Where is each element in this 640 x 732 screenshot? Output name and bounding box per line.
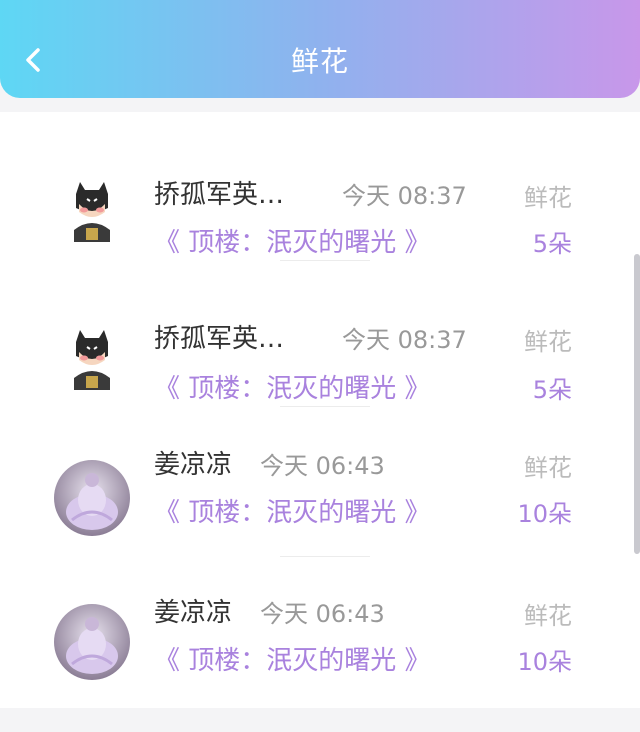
timestamp: 今天 06:43 xyxy=(260,600,385,628)
book-title-link[interactable]: 《 顶楼：泯灭的曙光 》 xyxy=(154,222,431,259)
lavender-dress-avatar-image xyxy=(54,604,130,680)
gift-type: 鲜花 xyxy=(524,454,572,482)
gift-record-item[interactable]: 姜凉凉 今天 06:43 《 顶楼：泯灭的曙光 》 鲜花 10朵 xyxy=(0,436,630,584)
gift-type: 鲜花 xyxy=(524,328,572,356)
user-name[interactable]: 姜凉凉 xyxy=(154,592,232,629)
batman-avatar-image xyxy=(54,172,130,248)
batman-avatar[interactable] xyxy=(54,172,130,248)
scrollbar[interactable] xyxy=(634,254,640,554)
item-divider xyxy=(280,406,370,407)
gift-count: 5朵 xyxy=(532,376,572,404)
timestamp: 今天 08:37 xyxy=(342,326,467,354)
gift-record-item[interactable]: 挢孤军英… 今天 08:37 《 顶楼：泯灭的曙光 》 鲜花 5朵 xyxy=(0,288,630,436)
page-title: 鲜花 xyxy=(290,45,349,78)
gift-count: 10朵 xyxy=(517,648,572,676)
book-title-link[interactable]: 《 顶楼：泯灭的曙光 》 xyxy=(154,492,431,529)
user-name[interactable]: 挢孤军英… xyxy=(154,174,284,211)
photo-avatar[interactable] xyxy=(54,604,130,680)
timestamp: 今天 08:37 xyxy=(342,182,467,210)
book-title-link[interactable]: 《 顶楼：泯灭的曙光 》 xyxy=(154,368,431,405)
gift-count: 5朵 xyxy=(532,230,572,258)
batman-avatar-image xyxy=(54,320,130,396)
item-divider xyxy=(280,556,370,557)
batman-avatar[interactable] xyxy=(54,320,130,396)
timestamp: 今天 06:43 xyxy=(260,452,385,480)
item-divider xyxy=(280,260,370,261)
gift-record-item[interactable]: 挢孤军英… 今天 08:37 《 顶楼：泯灭的曙光 》 鲜花 5朵 xyxy=(0,140,630,288)
book-title-link[interactable]: 《 顶楼：泯灭的曙光 》 xyxy=(154,640,431,677)
gift-count: 10朵 xyxy=(517,500,572,528)
gift-record-item[interactable]: 姜凉凉 今天 06:43 《 顶楼：泯灭的曙光 》 鲜花 10朵 xyxy=(0,584,630,732)
gift-type: 鲜花 xyxy=(524,602,572,630)
user-name[interactable]: 挢孤军英… xyxy=(154,318,284,355)
user-name[interactable]: 姜凉凉 xyxy=(154,444,232,481)
photo-avatar[interactable] xyxy=(54,460,130,536)
header-bar: 鲜花 xyxy=(0,0,640,98)
gift-record-list[interactable]: 挢孤军英… 今天 08:37 《 顶楼：泯灭的曙光 》 鲜花 5朵 挢孤军英… … xyxy=(0,112,640,708)
gift-type: 鲜花 xyxy=(524,184,572,212)
lavender-dress-avatar-image xyxy=(54,460,130,536)
